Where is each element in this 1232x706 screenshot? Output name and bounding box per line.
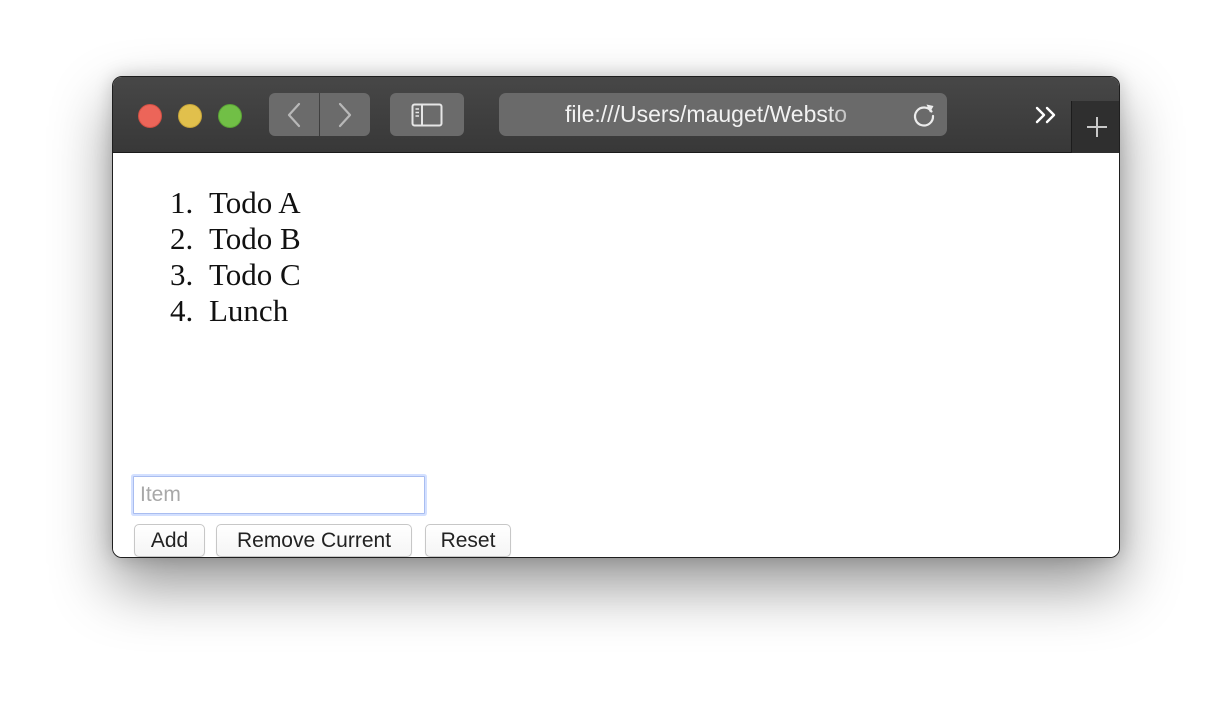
browser-toolbar: file:///Users/mauget/Websto: [113, 77, 1119, 153]
address-url: file:///Users/mauget/Websto: [565, 101, 848, 127]
page-content: 1. Todo A 2. Todo B 3. Todo C 4. Lunch A…: [113, 153, 1119, 557]
show-sidebar-button[interactable]: [390, 93, 464, 136]
list-item-label: Todo C: [209, 257, 301, 292]
list-item-label: Lunch: [209, 293, 289, 328]
forward-button[interactable]: [320, 93, 370, 136]
item-input[interactable]: [133, 476, 425, 514]
list-item-number: 1.: [170, 185, 194, 220]
add-button[interactable]: Add: [134, 524, 205, 557]
list-item: 4. Lunch: [170, 293, 301, 329]
list-item: 2. Todo B: [170, 221, 301, 257]
zoom-window-button[interactable]: [218, 104, 242, 128]
list-item-label: Todo A: [209, 185, 301, 220]
minimize-window-button[interactable]: [178, 104, 202, 128]
browser-window: file:///Users/mauget/Websto 1. Todo A 2.…: [112, 76, 1120, 558]
close-window-button[interactable]: [138, 104, 162, 128]
chevron-left-icon: [287, 102, 301, 127]
plus-icon: [1086, 117, 1107, 137]
back-button[interactable]: [269, 93, 319, 136]
remove-current-button[interactable]: Remove Current: [216, 524, 412, 557]
list-item-number: 2.: [170, 221, 194, 256]
new-tab-button[interactable]: [1071, 101, 1119, 153]
sidebar-icon: [411, 103, 443, 126]
todo-list: 1. Todo A 2. Todo B 3. Todo C 4. Lunch: [170, 185, 301, 329]
reset-button[interactable]: Reset: [425, 524, 511, 557]
list-item: 3. Todo C: [170, 257, 301, 293]
list-item-number: 3.: [170, 257, 194, 292]
list-item-number: 4.: [170, 293, 194, 328]
double-chevron-right-icon[interactable]: [1033, 103, 1061, 127]
address-bar[interactable]: file:///Users/mauget/Websto: [499, 93, 947, 136]
chevron-right-icon: [338, 102, 352, 127]
list-item-label: Todo B: [209, 221, 301, 256]
reload-icon[interactable]: [911, 102, 937, 128]
list-item: 1. Todo A: [170, 185, 301, 221]
